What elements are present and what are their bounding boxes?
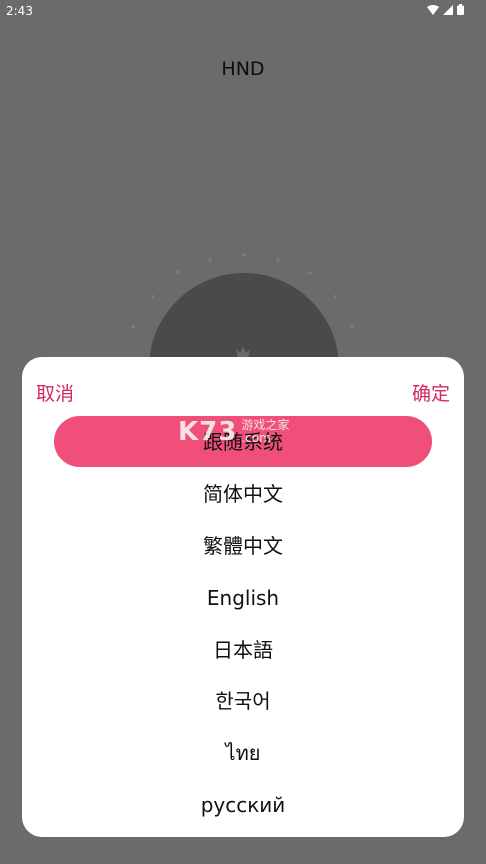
status-time: 2:43 [6,4,33,18]
language-option-traditional-chinese[interactable]: 繁體中文 [22,520,464,572]
confirm-button[interactable]: 确定 [412,379,450,406]
status-icons [427,4,464,15]
language-option-english[interactable]: English [22,572,464,624]
decor-dot [350,325,354,329]
language-option-simplified-chinese[interactable]: 简体中文 [22,468,464,520]
decor-dot [176,270,180,274]
watermark-text: 游戏之家 .com [241,419,289,445]
battery-icon [457,4,464,15]
wifi-icon [427,4,439,15]
decor-dot [131,325,135,329]
decor-dot [242,253,246,257]
page-title: HND [221,58,265,80]
language-option-thai[interactable]: ไทย [22,727,464,779]
cancel-button[interactable]: 取消 [36,379,74,406]
decor-dot [151,295,155,299]
watermark-logo: K73 [178,417,238,447]
cell-signal-icon [443,4,453,15]
language-option-russian[interactable]: русский [22,779,464,831]
decor-dot [208,258,212,262]
language-option-korean[interactable]: 한국어 [22,675,464,727]
status-bar: 2:43 [0,0,486,22]
decor-dot [276,258,280,262]
watermark-domain: .com [241,431,271,445]
decor-dot [333,295,337,299]
watermark: K73 游戏之家 .com [178,415,289,449]
decor-dot [308,271,312,275]
language-option-japanese[interactable]: 日本語 [22,624,464,676]
language-picker-dialog: 取消 确定 跟随系统 简体中文 繁體中文 English 日本語 한국어 ไทย… [22,357,464,837]
